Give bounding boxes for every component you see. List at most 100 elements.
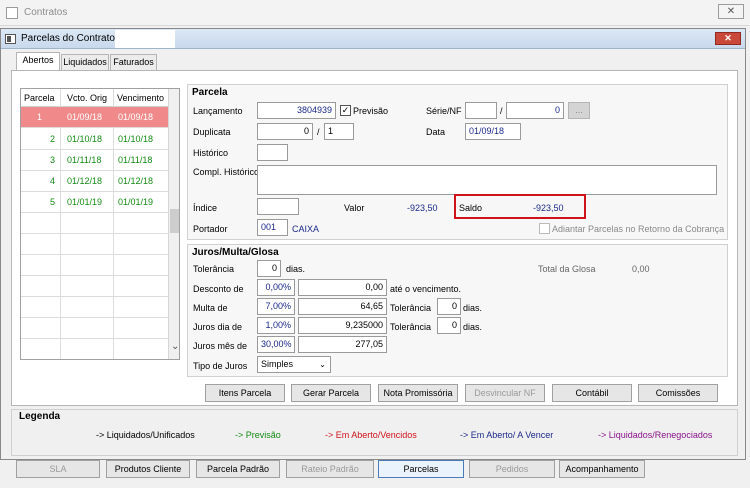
outer-title-bar: Contratos ✕ [0, 0, 750, 26]
empty-row [21, 297, 168, 318]
contabil-button[interactable]: Contábil [552, 384, 632, 402]
cell-vcto-orig: 01/12/18 [67, 176, 103, 186]
tab-abertos[interactable]: Abertos [16, 52, 60, 71]
portador-code-input[interactable]: 001 [257, 219, 288, 236]
lancamento-input[interactable]: 3804939 [257, 102, 336, 119]
juros-dia-pct-input[interactable]: 1,00% [257, 317, 295, 334]
window-icon [6, 7, 18, 19]
header-vencimento[interactable]: Vencimento [117, 93, 164, 103]
indice-label: Índice [193, 203, 218, 213]
grid-scrollbar[interactable]: ⌄ [168, 89, 179, 359]
tab-acompanhamento[interactable]: Acompanhamento [559, 460, 645, 478]
chevron-down-icon: ⌄ [319, 360, 326, 369]
gerar-parcela-button[interactable]: Gerar Parcela [291, 384, 371, 402]
outer-close-button[interactable]: ✕ [718, 4, 744, 19]
table-row[interactable]: 5 01/01/19 01/01/19 [21, 192, 168, 213]
cell-vcto-orig: 01/09/18 [67, 112, 103, 122]
parcela-title: Parcela [192, 87, 228, 98]
multa-val-input[interactable]: 64,65 [298, 298, 387, 315]
saldo-highlight [454, 194, 586, 219]
empty-row [21, 318, 168, 339]
nf-input[interactable]: 0 [506, 102, 564, 119]
cell-vencimento: 01/01/19 [118, 197, 154, 207]
portador-label: Portador [193, 224, 228, 234]
scroll-thumb[interactable] [170, 209, 179, 233]
tab-rateio-padrao[interactable]: Rateio Padrão [286, 460, 374, 478]
legenda-vencidos: -> Em Aberto/Vencidos [325, 430, 417, 440]
tab-parcela-padrao[interactable]: Parcela Padrão [196, 460, 280, 478]
duplicata-input[interactable]: 0 [257, 123, 313, 140]
data-input[interactable]: 01/09/18 [465, 123, 521, 140]
itens-parcela-label: Itens Parcela [218, 388, 272, 398]
tipo-juros-label: Tipo de Juros [193, 361, 248, 371]
lancamento-label: Lançamento [193, 106, 243, 116]
nota-promissoria-button[interactable]: Nota Promissória [378, 384, 458, 402]
comissoes-button[interactable]: Comissões [638, 384, 718, 402]
total-glosa-label: Total da Glosa [538, 264, 596, 274]
cell-parcela: 4 [50, 176, 56, 186]
tab-pedidos[interactable]: Pedidos [469, 460, 555, 478]
empty-row [21, 234, 168, 255]
itens-parcela-button[interactable]: Itens Parcela [205, 384, 285, 402]
table-row[interactable]: 1 01/09/18 01/09/18 [21, 107, 168, 128]
juros-dia-tolerancia-input[interactable]: 0 [437, 317, 461, 334]
serie-input[interactable] [465, 102, 497, 119]
multa-label: Multa de [193, 303, 228, 313]
close-button[interactable]: ✕ [715, 32, 741, 45]
header-vcto-orig[interactable]: Vcto. Orig [67, 93, 107, 103]
juros-dia-dias: dias. [463, 322, 483, 332]
scroll-down-icon[interactable]: ⌄ [171, 341, 179, 352]
serie-label: Série/NF [426, 106, 462, 116]
duplicata-label: Duplicata [193, 127, 231, 137]
inner-title-bar: Parcelas do Contrato - ✕ [1, 29, 745, 49]
cell-parcela: 2 [50, 134, 56, 144]
tab-parcelas[interactable]: Parcelas [378, 460, 464, 478]
cell-vencimento: 01/10/18 [118, 134, 154, 144]
comissoes-label: Comissões [655, 388, 701, 398]
cell-vcto-orig: 01/11/18 [67, 155, 102, 165]
tipo-juros-value: Simples [261, 359, 294, 369]
desvincular-nf-button[interactable]: Desvincular NF [465, 384, 545, 402]
duplicata-seq-input[interactable]: 1 [324, 123, 354, 140]
multa-tolerancia-input[interactable]: 0 [437, 298, 461, 315]
adiantar-checkbox[interactable] [539, 223, 550, 234]
desconto-label: Desconto de [193, 284, 244, 294]
desconto-val-input[interactable]: 0,00 [298, 279, 387, 296]
table-row[interactable]: 3 01/11/18 01/11/18 [21, 150, 168, 171]
tab-sla[interactable]: SLA [16, 460, 100, 478]
gerar-parcela-label: Gerar Parcela [302, 388, 360, 398]
inner-window-title: Parcelas do Contrato - [21, 33, 122, 44]
legenda-a-vencer: -> Em Aberto/ A Vencer [460, 430, 554, 440]
nf-lookup-button[interactable]: ... [568, 102, 590, 119]
tipo-juros-select[interactable]: Simples ⌄ [257, 356, 331, 373]
header-parcela[interactable]: Parcela [24, 93, 55, 103]
cell-vcto-orig: 01/10/18 [67, 134, 103, 144]
historico-input[interactable] [257, 144, 288, 161]
legenda-renegociados: -> Liquidados/Renegociados [598, 430, 713, 440]
previsao-checkbox[interactable]: ✓ [340, 105, 351, 116]
empty-row [21, 255, 168, 276]
tab-liquidados[interactable]: Liquidados [61, 54, 109, 70]
adiantar-label: Adiantar Parcelas no Retorno da Cobrança [552, 224, 725, 234]
historico-label: Histórico [193, 148, 229, 158]
juros-dia-val-input[interactable]: 9,235000 [298, 317, 387, 334]
tab-produtos-cliente[interactable]: Produtos Cliente [106, 460, 190, 478]
slash-separator: / [500, 106, 503, 116]
valor-label: Valor [344, 203, 365, 213]
juros-mes-pct-input[interactable]: 30,00% [257, 336, 295, 353]
compl-historico-input[interactable] [257, 165, 717, 195]
multa-pct-input[interactable]: 7,00% [257, 298, 295, 315]
redacted-contract-name [115, 30, 175, 48]
empty-row [21, 213, 168, 234]
cell-parcela: 3 [50, 155, 56, 165]
juros-dia-label: Juros dia de [193, 322, 243, 332]
juros-mes-val-input[interactable]: 277,05 [298, 336, 387, 353]
tab-faturados[interactable]: Faturados [110, 54, 157, 70]
cell-parcela: 1 [37, 112, 43, 122]
valor-value: -923,50 [407, 203, 438, 213]
table-row[interactable]: 4 01/12/18 01/12/18 [21, 171, 168, 192]
table-row[interactable]: 2 01/10/18 01/10/18 [21, 129, 168, 150]
indice-input[interactable] [257, 198, 299, 215]
desconto-pct-input[interactable]: 0,00% [257, 279, 295, 296]
tolerancia-input[interactable]: 0 [257, 260, 281, 277]
